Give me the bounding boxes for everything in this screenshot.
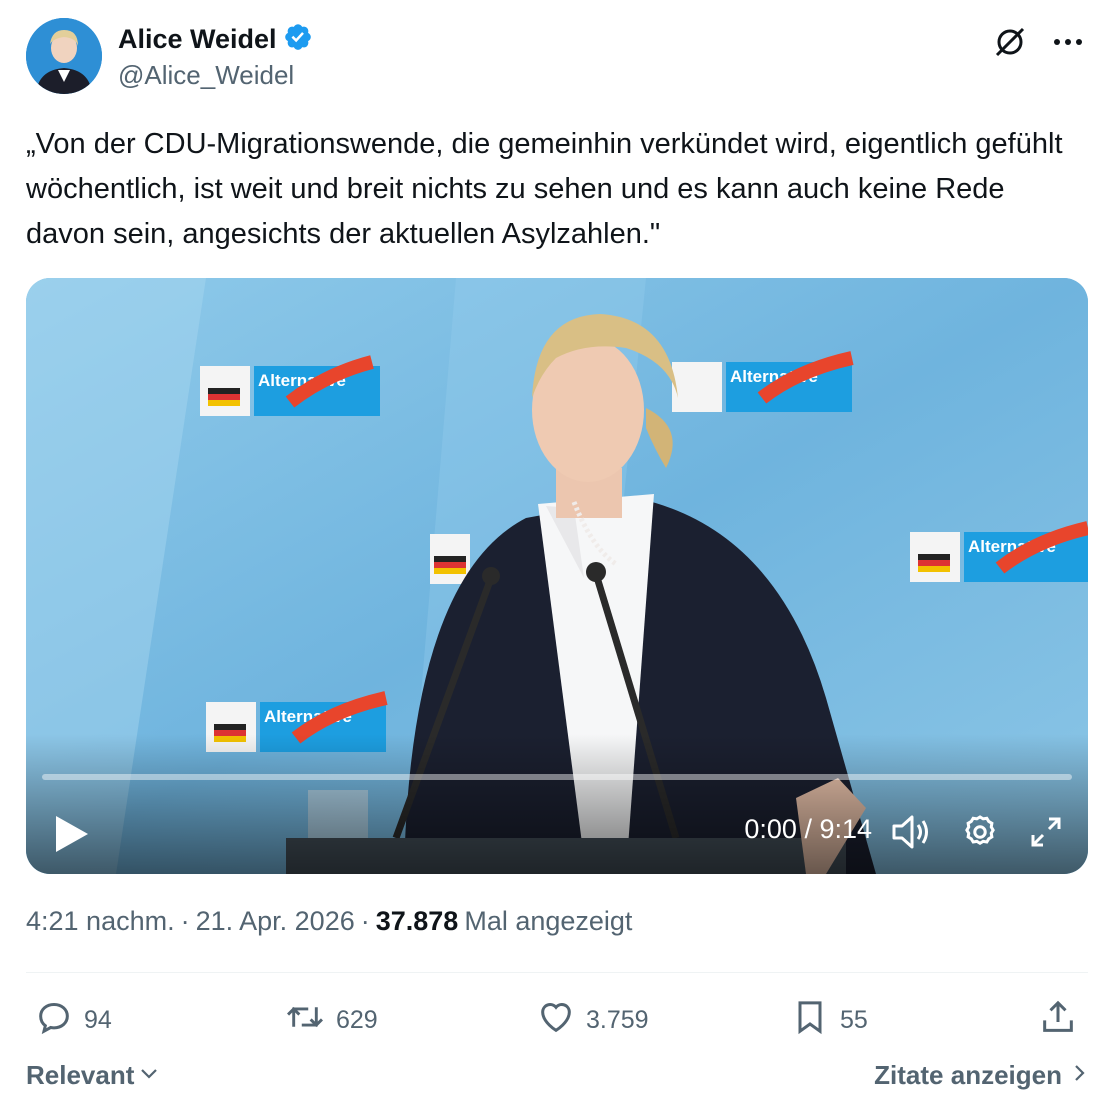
tweet-text: „Von der CDU-Migrationswende, die gemein… <box>26 128 1071 250</box>
party-logo: Alternative <box>910 521 1088 582</box>
view-count-label: Mal angezeigt <box>464 906 633 936</box>
party-logo: Alternative <box>200 355 380 416</box>
chevron-down-icon <box>138 1060 160 1091</box>
sort-dropdown[interactable]: Relevant <box>26 1060 160 1091</box>
share-icon <box>1038 997 1078 1044</box>
play-icon[interactable] <box>48 810 96 858</box>
video-time: 0:00 / 9:14 <box>744 814 872 844</box>
reply-icon <box>34 997 74 1044</box>
view-quotes-link[interactable]: Zitate anzeigen <box>874 1060 1088 1091</box>
avatar[interactable] <box>26 18 102 94</box>
like-button[interactable]: 3.759 <box>536 996 649 1044</box>
like-count: 3.759 <box>586 1005 649 1034</box>
replies-footer: Relevant Zitate anzeigen <box>26 1060 1088 1100</box>
bookmark-icon <box>790 997 830 1044</box>
share-button[interactable] <box>1038 996 1078 1044</box>
verified-badge-icon <box>283 22 313 57</box>
meta-separator: · <box>360 906 370 936</box>
divider <box>26 972 1088 973</box>
video-player[interactable]: Alternative Alternative Alternative Alte… <box>26 278 1088 874</box>
repost-button[interactable]: 629 <box>284 996 378 1044</box>
meta-separator: · <box>180 906 190 936</box>
tweet-meta: 4:21 nachm. · 21. Apr. 2026 · 37.878 Mal… <box>26 906 632 937</box>
post-date[interactable]: 21. Apr. 2026 <box>196 906 355 937</box>
grok-icon[interactable] <box>990 22 1030 62</box>
view-count: 37.878 <box>375 906 459 936</box>
reply-count: 94 <box>84 1005 112 1034</box>
chevron-right-icon <box>1070 1060 1088 1091</box>
more-options-icon[interactable] <box>1048 22 1088 62</box>
repost-count: 629 <box>336 1005 378 1034</box>
heart-icon <box>536 997 576 1044</box>
party-logo <box>430 534 470 584</box>
fullscreen-icon[interactable] <box>1024 810 1068 854</box>
action-bar: 94 629 3.759 55 <box>26 996 1088 1046</box>
bookmark-count: 55 <box>840 1005 868 1034</box>
video-progress-bar[interactable] <box>42 774 1072 780</box>
party-logo: Alternative <box>672 351 854 412</box>
sort-label: Relevant <box>26 1060 135 1090</box>
tweet-header: Alice Weidel @Alice_Weidel <box>26 18 1088 98</box>
bookmark-button[interactable]: 55 <box>790 996 868 1044</box>
settings-gear-icon[interactable] <box>958 810 1002 854</box>
volume-icon[interactable] <box>888 810 932 854</box>
post-time[interactable]: 4:21 nachm. <box>26 906 175 937</box>
reply-button[interactable]: 94 <box>34 996 112 1044</box>
display-name[interactable]: Alice Weidel <box>118 24 277 55</box>
user-handle[interactable]: @Alice_Weidel <box>118 60 294 91</box>
view-quotes-label: Zitate anzeigen <box>874 1060 1062 1090</box>
repost-icon <box>284 997 326 1044</box>
